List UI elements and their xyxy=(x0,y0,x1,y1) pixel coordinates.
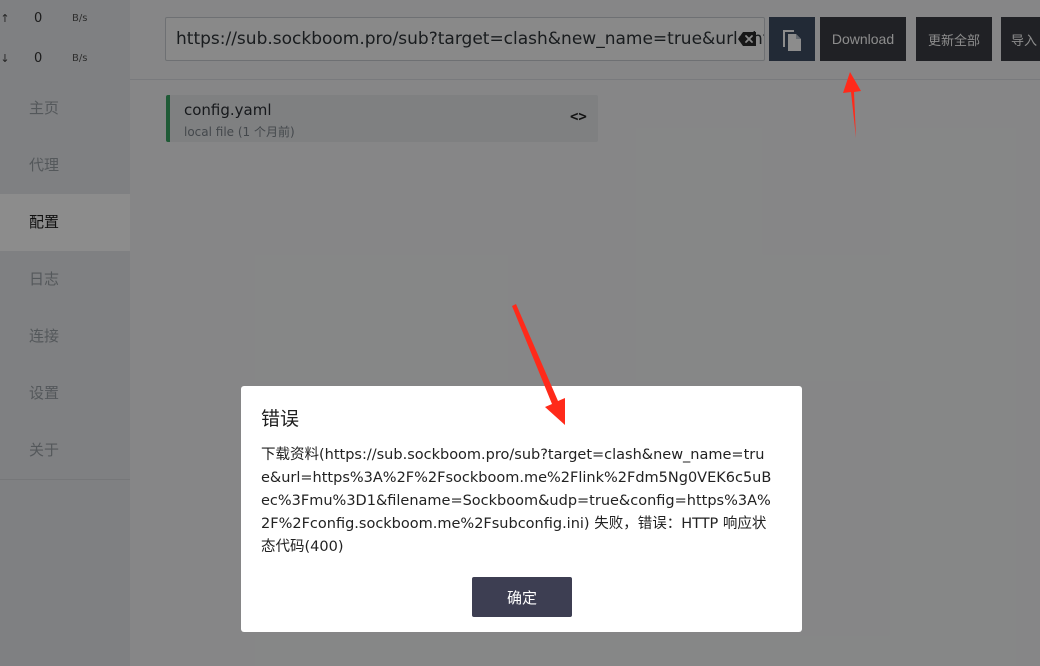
error-dialog: 错误 下载资料(https://sub.sockboom.pro/sub?tar… xyxy=(241,386,802,632)
confirm-button[interactable]: 确定 xyxy=(472,577,572,617)
dialog-title: 错误 xyxy=(261,408,300,430)
dialog-message: 下载资料(https://sub.sockboom.pro/sub?target… xyxy=(261,447,772,555)
